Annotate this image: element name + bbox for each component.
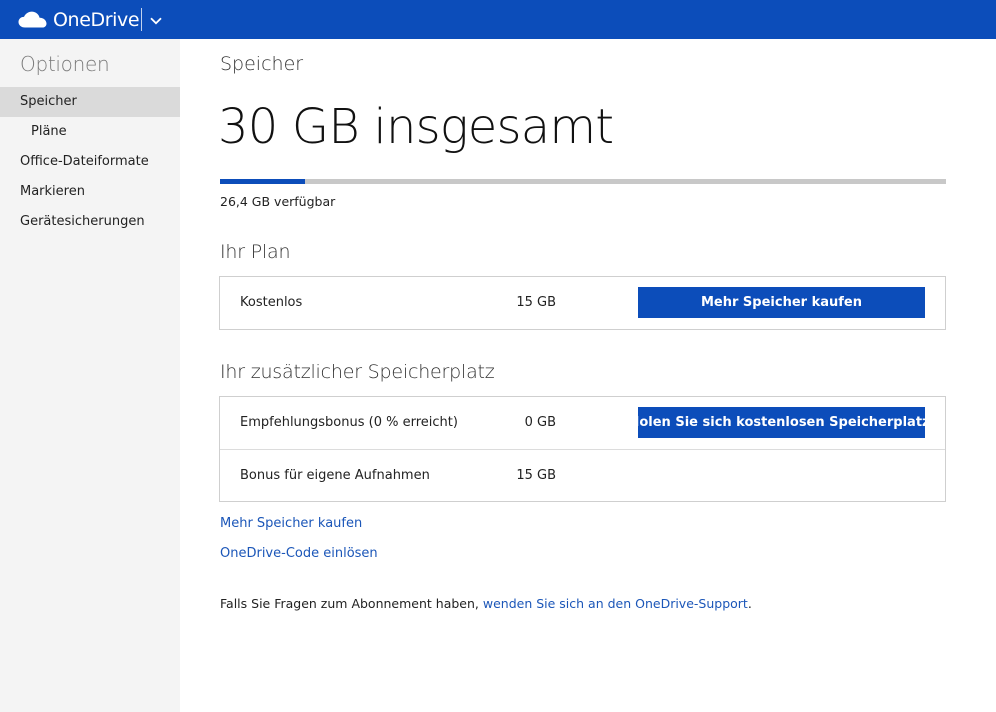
buy-more-storage-link[interactable]: Mehr Speicher kaufen (220, 516, 362, 531)
sidebar-item-speicher[interactable]: Speicher (0, 87, 180, 117)
extra-storage-section-title: Ihr zusätzlicher Speicherplatz (220, 361, 495, 383)
available-storage: 26,4 GB verfügbar (220, 194, 336, 209)
referral-bonus-row: Empfehlungsbonus (0 % erreicht) 0 GB Hol… (220, 397, 945, 449)
app-switcher-button[interactable] (146, 8, 166, 31)
sidebar-item-markieren[interactable]: Markieren (0, 177, 180, 207)
plan-box: Kostenlos 15 GB Mehr Speicher kaufen (219, 276, 946, 330)
extra-storage-box: Empfehlungsbonus (0 % erreicht) 0 GB Hol… (219, 396, 946, 502)
referral-bonus-size: 0 GB (524, 415, 556, 430)
plan-size: 15 GB (516, 295, 556, 310)
brand-divider (141, 8, 142, 31)
camera-bonus-row: Bonus für eigene Aufnahmen 15 GB (220, 449, 945, 501)
storage-usage-bar (220, 179, 946, 184)
plan-row: Kostenlos 15 GB Mehr Speicher kaufen (220, 277, 945, 329)
chevron-down-icon (150, 10, 162, 29)
total-storage: 30 GB insgesamt (218, 99, 614, 155)
onedrive-home-link[interactable]: OneDrive (18, 6, 140, 33)
plan-section-title: Ihr Plan (220, 241, 291, 263)
camera-bonus-size: 15 GB (516, 468, 556, 483)
support-note-prefix: Falls Sie Fragen zum Abonnement haben, (220, 596, 483, 611)
app-title: OneDrive (53, 8, 140, 31)
page-title: Speicher (220, 53, 304, 75)
storage-usage-fill (220, 179, 305, 184)
top-bar: OneDrive (0, 0, 996, 39)
redeem-code-link[interactable]: OneDrive-Code einlösen (220, 546, 378, 561)
sidebar-item-geraetesicherungen[interactable]: Gerätesicherungen (0, 207, 180, 237)
storage-main: Speicher 30 GB insgesamt 26,4 GB verfügb… (180, 39, 996, 712)
sidebar-item-plaene[interactable]: Pläne (0, 117, 180, 147)
support-note-suffix: . (747, 596, 752, 611)
get-free-storage-button[interactable]: Holen Sie sich kostenlosen Speicherplatz… (628, 407, 935, 438)
plan-name: Kostenlos (240, 295, 303, 310)
buy-more-storage-button[interactable]: Mehr Speicher kaufen (638, 287, 925, 318)
referral-bonus-name: Empfehlungsbonus (0 % erreicht) (240, 415, 458, 430)
sidebar-item-office-dateiformate[interactable]: Office-Dateiformate (0, 147, 180, 177)
options-sidebar: Optionen Speicher Pläne Office-Dateiform… (0, 39, 180, 712)
cloud-icon (18, 11, 47, 28)
contact-support-link[interactable]: wenden Sie sich an den OneDrive-Support (483, 596, 748, 611)
support-note: Falls Sie Fragen zum Abonnement haben, w… (220, 596, 752, 611)
sidebar-title: Optionen (20, 52, 110, 76)
camera-bonus-name: Bonus für eigene Aufnahmen (240, 468, 430, 483)
